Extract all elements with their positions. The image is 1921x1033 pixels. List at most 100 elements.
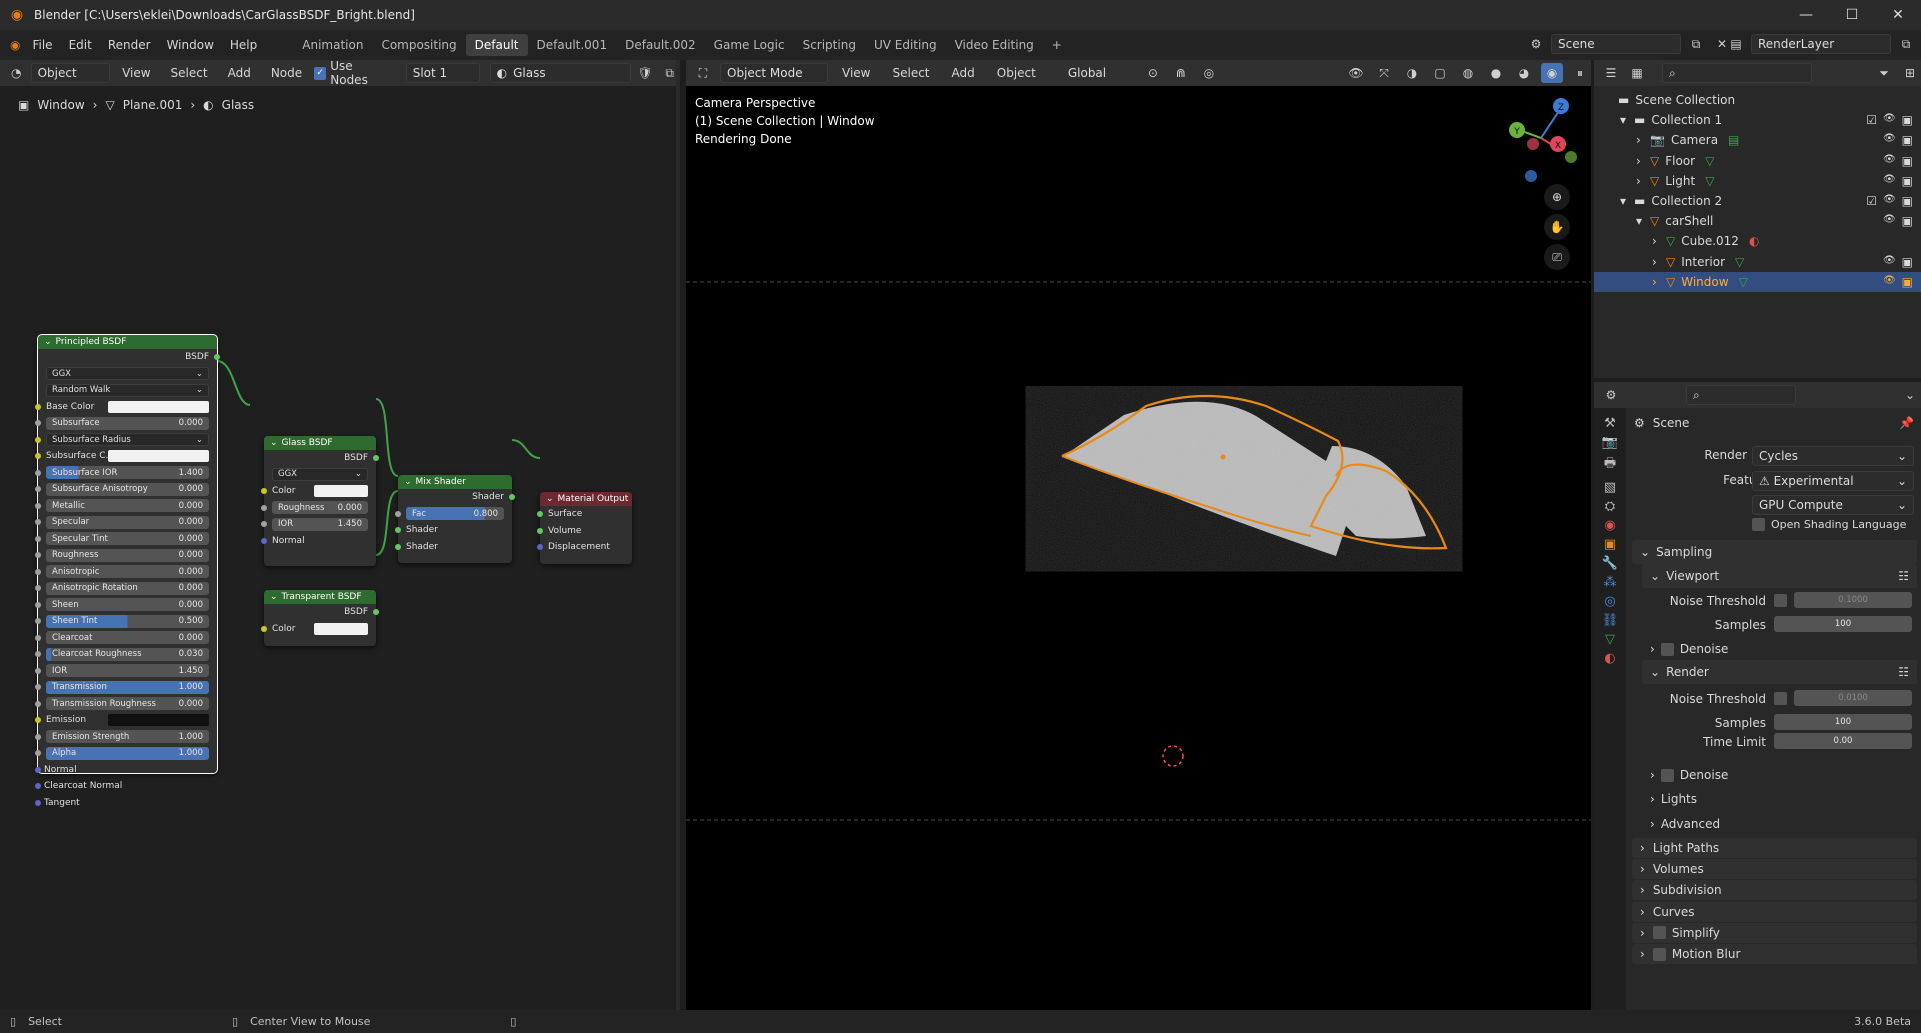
viewport-subpanel[interactable]: ⌄ Viewport ☷: [1642, 564, 1917, 588]
expand-toggle-icon[interactable]: ›: [1636, 133, 1650, 147]
render-engine-dropdown[interactable]: Cycles ⌄: [1752, 446, 1914, 466]
menu-select[interactable]: Select: [884, 66, 937, 80]
outliner-row[interactable]: › ▽ Window ▽ 👁 ▣: [1594, 271, 1921, 292]
world-tab-icon[interactable]: ◉: [1604, 518, 1615, 533]
input-field[interactable]: Transmission Roughness 0.000: [46, 697, 209, 711]
color-swatch[interactable]: [314, 622, 368, 635]
orientation-dropdown[interactable]: Global: [1062, 63, 1136, 83]
ior-field[interactable]: IOR 1.450: [272, 517, 368, 531]
input-socket[interactable]: [35, 585, 41, 592]
outliner-row[interactable]: › ▽ Cube.012 ◐: [1594, 231, 1921, 251]
input-field[interactable]: IOR 1.450: [46, 664, 209, 678]
workspace-tab-video-editing[interactable]: Video Editing: [946, 34, 1043, 56]
r-noise-field[interactable]: 0.0100: [1794, 690, 1912, 706]
input-socket[interactable]: [35, 618, 41, 625]
input-socket[interactable]: [35, 436, 41, 443]
workspace-tab-uv-editing[interactable]: UV Editing: [865, 34, 946, 56]
input-field[interactable]: Specular 0.000: [46, 515, 209, 529]
input-socket[interactable]: [261, 504, 267, 511]
presets-icon[interactable]: ☷: [1898, 665, 1909, 679]
outliner-row[interactable]: ▾ ▬ Collection 1 ☑ 👁 ▣: [1594, 110, 1921, 130]
camera-render-icon[interactable]: ▣: [1902, 133, 1913, 147]
input-socket[interactable]: [395, 543, 401, 550]
view-layer-tab-icon[interactable]: ▧: [1604, 480, 1616, 495]
exclude-checkbox-icon[interactable]: ☑: [1866, 194, 1877, 208]
panel-volumes[interactable]: › Volumes: [1632, 859, 1917, 880]
panel-subdivision[interactable]: › Subdivision: [1632, 880, 1917, 901]
input-socket[interactable]: [35, 552, 41, 559]
input-socket[interactable]: [35, 684, 41, 691]
expand-toggle-icon[interactable]: ▾: [1620, 113, 1634, 127]
feature-set-dropdown[interactable]: ⚠ Experimental ⌄: [1752, 471, 1914, 491]
constraints-tab-icon[interactable]: ⛓: [1602, 613, 1619, 628]
data-tab-icon[interactable]: ▽: [1605, 632, 1615, 647]
pan-hand-icon[interactable]: ✋: [1544, 214, 1570, 240]
outliner-row[interactable]: ▾ ▬ Collection 2 ☑ 👁 ▣: [1594, 191, 1921, 211]
menu-file[interactable]: File: [24, 38, 60, 52]
zoom-icon[interactable]: ⊕: [1544, 184, 1570, 210]
navigation-gizmo[interactable]: Z Y X: [1501, 92, 1581, 182]
eye-icon[interactable]: 👁: [1883, 275, 1896, 289]
vp-denoise-subpanel[interactable]: › Denoise: [1650, 642, 1728, 656]
outliner-search-input[interactable]: ⌕: [1662, 63, 1812, 83]
render-layer-selector[interactable]: RenderLayer: [1751, 34, 1891, 54]
fac-field[interactable]: Fac 0.800: [406, 507, 504, 521]
physics-tab-icon[interactable]: ◎: [1604, 594, 1615, 609]
input-socket[interactable]: [35, 799, 41, 806]
close-button[interactable]: ✕: [1875, 0, 1921, 30]
menu-edit[interactable]: Edit: [61, 38, 100, 52]
input-socket[interactable]: [261, 521, 267, 528]
workspace-tab-animation[interactable]: Animation: [293, 34, 372, 56]
lights-subpanel[interactable]: › Lights: [1650, 792, 1697, 806]
input-socket[interactable]: [35, 750, 41, 757]
input-socket[interactable]: [261, 537, 267, 544]
solid-shading-icon[interactable]: ●: [1485, 63, 1507, 83]
menu-object[interactable]: Object: [989, 66, 1044, 80]
input-socket[interactable]: [261, 488, 267, 495]
camera-render-icon[interactable]: ▣: [1902, 174, 1913, 188]
input-socket[interactable]: [537, 544, 543, 551]
scene-tab-icon[interactable]: ⛭: [1605, 499, 1615, 514]
menu-add[interactable]: Add: [944, 66, 983, 80]
input-socket[interactable]: [35, 469, 41, 476]
exclude-checkbox-icon[interactable]: ☑: [1866, 113, 1877, 127]
input-socket[interactable]: [35, 535, 41, 542]
input-socket[interactable]: [35, 651, 41, 658]
render-layer-icon[interactable]: ▤: [1725, 34, 1747, 54]
input-field[interactable]: Sheen 0.000: [46, 598, 209, 612]
r-denoise-subpanel[interactable]: › Denoise: [1650, 768, 1728, 782]
input-socket[interactable]: [395, 510, 401, 517]
expand-toggle-icon[interactable]: ›: [1636, 154, 1650, 168]
color-swatch[interactable]: [314, 485, 368, 498]
chevron-down-icon[interactable]: ⌄: [1899, 385, 1921, 405]
overlay-toggle-icon[interactable]: ◑: [1401, 63, 1423, 83]
input-field[interactable]: Anisotropic 0.000: [46, 565, 209, 579]
editor-type-icon[interactable]: ☰: [1600, 63, 1622, 83]
render-subpanel[interactable]: ⌄ Render ☷: [1642, 660, 1917, 684]
input-field[interactable]: Subsurface 0.000: [46, 416, 209, 430]
expand-toggle-icon[interactable]: ›: [1652, 275, 1666, 289]
pivot-icon[interactable]: ⊙: [1142, 63, 1164, 83]
input-socket[interactable]: [35, 420, 41, 427]
new-collection-icon[interactable]: ⊞: [1899, 63, 1921, 83]
input-field[interactable]: Emission Strength 1.000: [46, 730, 209, 744]
input-socket[interactable]: [35, 733, 41, 740]
input-field[interactable]: Sheen Tint 0.500: [46, 614, 209, 628]
render-tab-icon[interactable]: 📷: [1602, 435, 1618, 450]
vp-noise-checkbox[interactable]: [1774, 594, 1787, 607]
menu-help[interactable]: Help: [222, 38, 265, 52]
output-tab-icon[interactable]: 🖶: [1604, 454, 1616, 476]
presets-icon[interactable]: ☷: [1898, 569, 1909, 583]
neg-z-axis-icon[interactable]: [1525, 170, 1537, 182]
input-socket[interactable]: [35, 634, 41, 641]
outliner-row[interactable]: › ▽ Floor ▽ 👁 ▣: [1594, 151, 1921, 171]
material-output-node[interactable]: ⌄ Material Output Surface Volume Displace…: [537, 492, 632, 564]
distribution-dropdown[interactable]: GGX ⌄: [46, 367, 209, 381]
advanced-subpanel[interactable]: › Advanced: [1650, 817, 1720, 831]
outliner-row[interactable]: › 📷 Camera ▤ 👁 ▣: [1594, 130, 1921, 150]
checkbox-icon[interactable]: [1660, 642, 1674, 656]
input-socket[interactable]: [35, 486, 41, 493]
material-tab-icon[interactable]: ◐: [1604, 651, 1615, 666]
camera-view-icon[interactable]: ⎚: [1544, 244, 1570, 270]
modifier-tab-icon[interactable]: 🔧: [1602, 556, 1618, 571]
